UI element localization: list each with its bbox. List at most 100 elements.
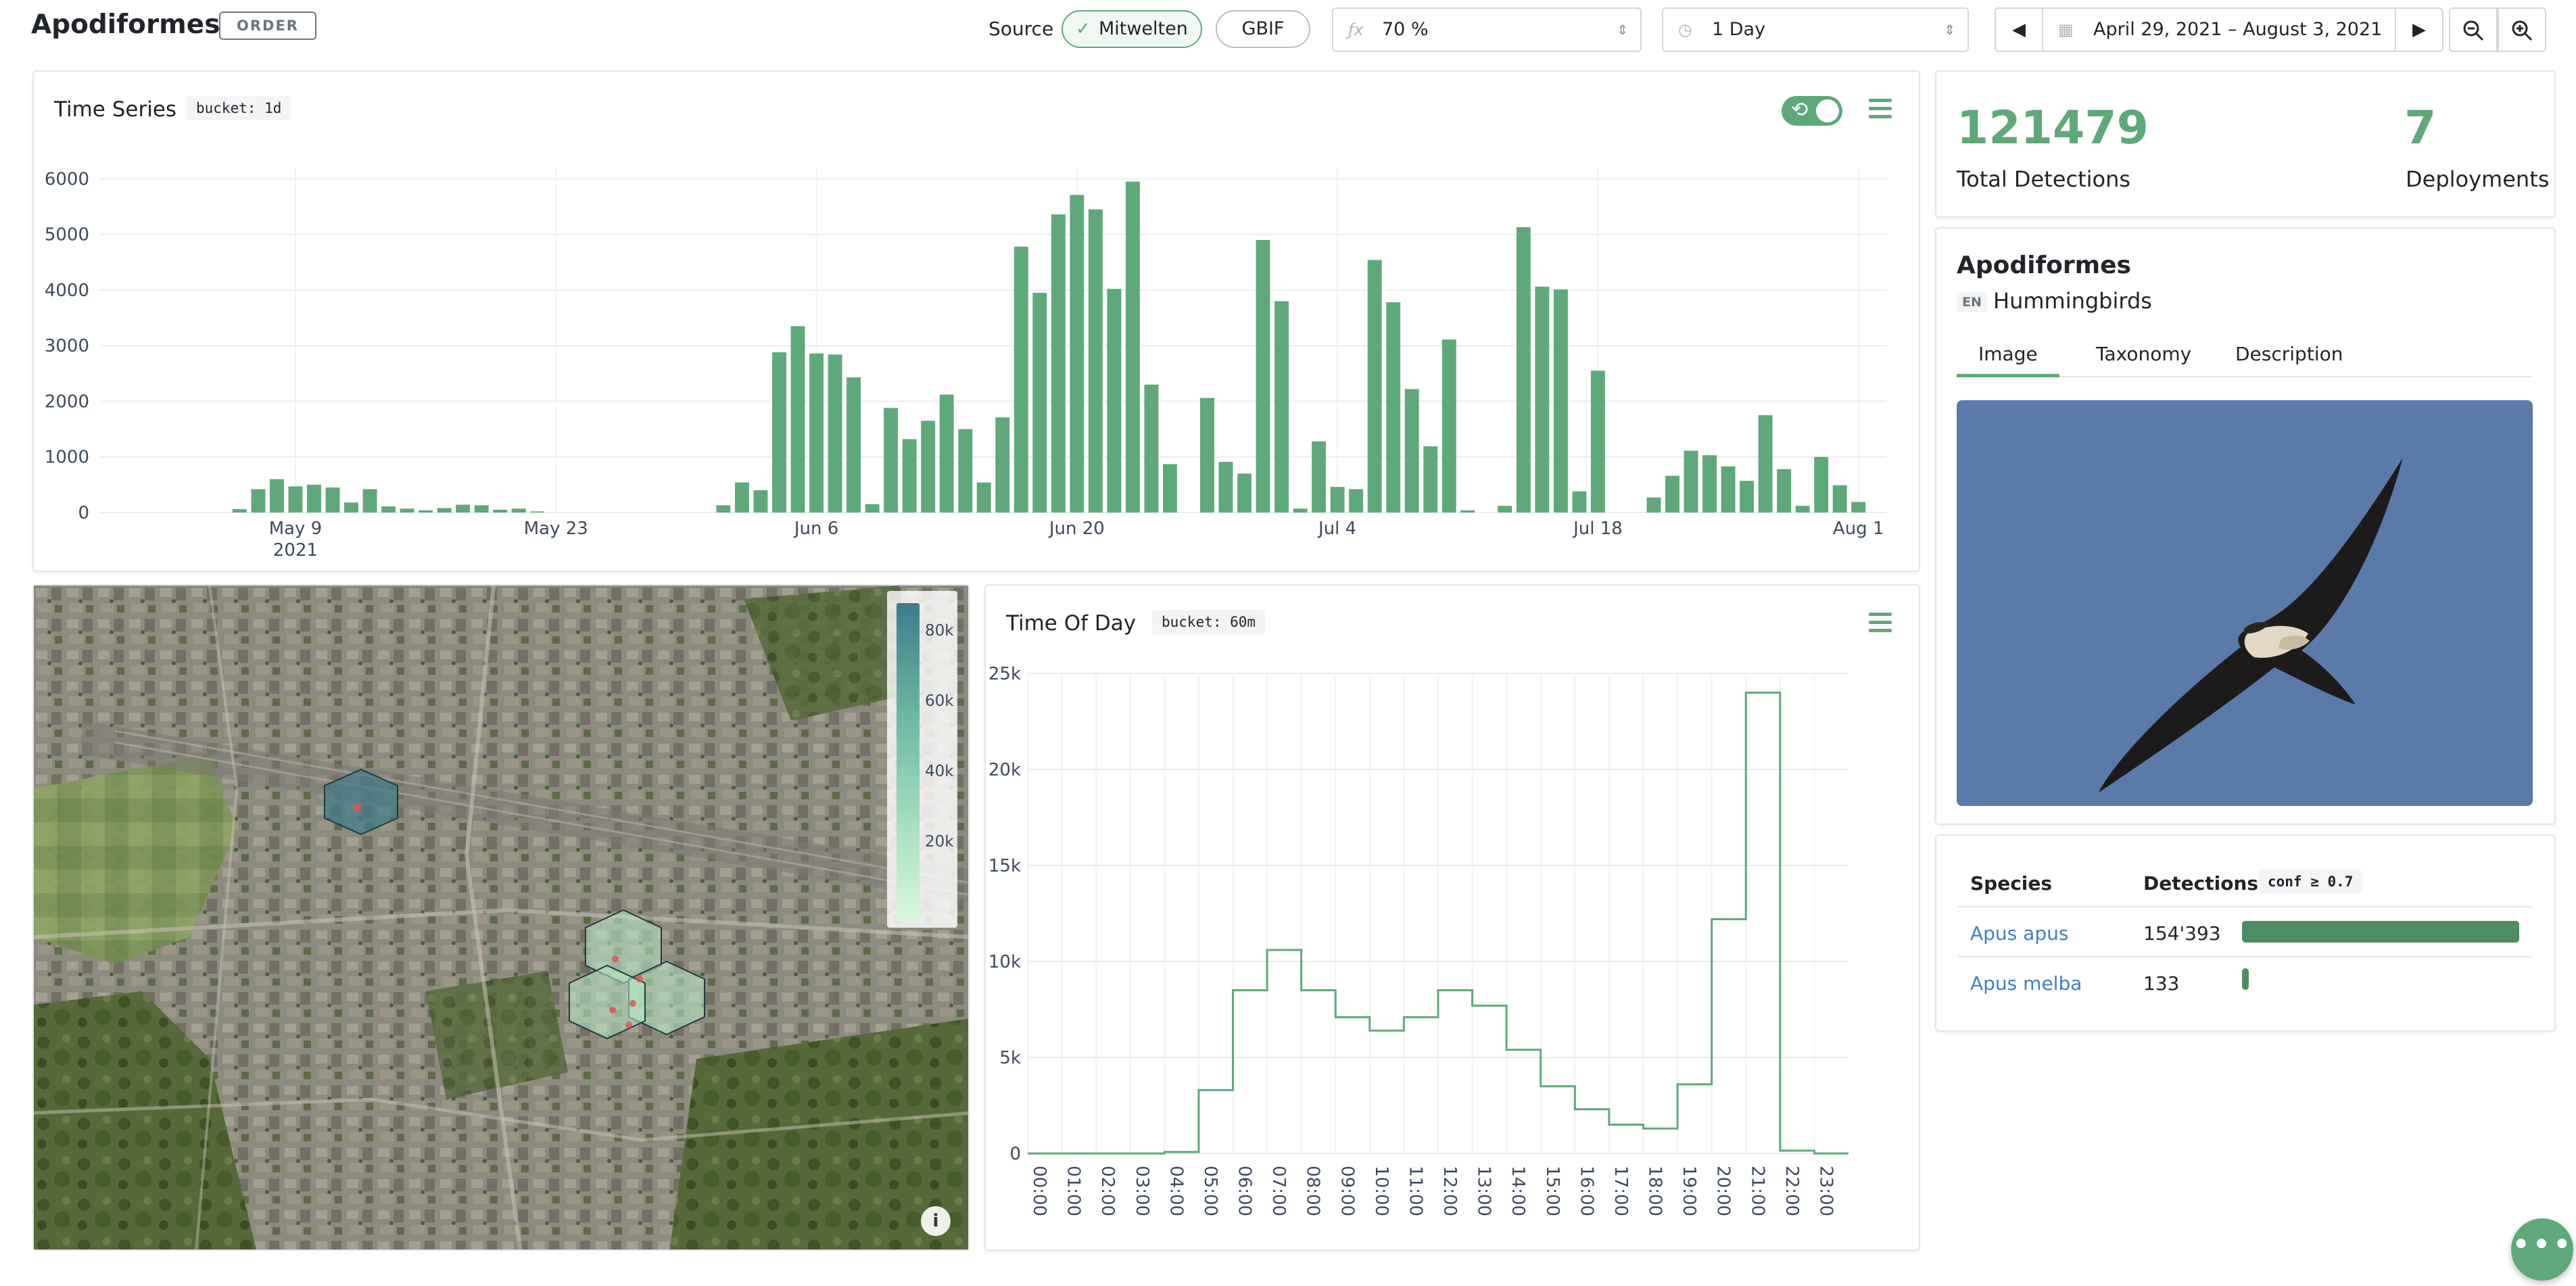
bar: [939, 394, 954, 513]
toolbar: Apodiformes ORDER Source ✓ Mitwelten GBIF…: [0, 0, 2576, 64]
confidence-select[interactable]: ƒx 70 % ⇕: [1332, 7, 1642, 52]
x-tick-label: 01:00: [1064, 1166, 1084, 1216]
bar: [1646, 497, 1661, 513]
bar: [493, 509, 508, 513]
bar: [1144, 384, 1159, 513]
map-legend: 80k 60k 40k 20k: [887, 591, 957, 928]
tab-taxonomy[interactable]: Taxonomy: [2074, 338, 2213, 377]
bucket-value: 1 Day: [1712, 19, 1766, 40]
x-tick-label: 2021: [273, 540, 318, 561]
species-bar: [2242, 921, 2519, 943]
bar: [288, 486, 303, 513]
x-tick-label: 16:00: [1576, 1166, 1596, 1216]
vernacular-name: Hummingbirds: [1993, 288, 2152, 314]
bar: [530, 511, 545, 513]
table-divider: [1958, 956, 2531, 957]
x-tick-label: 07:00: [1268, 1166, 1289, 1216]
bucket-select[interactable]: ◷ 1 Day ⇕: [1662, 7, 1969, 52]
bar: [419, 510, 433, 513]
language-badge: EN: [1957, 292, 1987, 312]
bar: [1256, 239, 1270, 513]
y-tick-label: 25k: [988, 664, 1021, 684]
bar: [1441, 339, 1456, 513]
x-tick-label: 19:00: [1679, 1166, 1699, 1216]
bar: [1814, 456, 1829, 513]
bar: [976, 482, 991, 513]
bar: [1684, 450, 1698, 513]
source-mitwelten-button[interactable]: ✓ Mitwelten: [1062, 10, 1202, 48]
bar: [958, 429, 973, 513]
check-icon: ✓: [1076, 19, 1091, 39]
y-tick-label: 2000: [45, 391, 89, 412]
updown-icon: ⇕: [1944, 22, 1955, 38]
time-of-day-title: Time Of Day: [1006, 611, 1137, 636]
time-series-bucket-badge: bucket: 1d: [187, 96, 291, 120]
x-tick-label: May 23: [524, 519, 588, 539]
rank-badge: ORDER: [219, 11, 316, 40]
bar: [1218, 462, 1233, 513]
x-tick-label: Aug 1: [1833, 519, 1884, 539]
taxon-name: Apodiformes: [1957, 252, 2131, 279]
species-link-apus-apus[interactable]: Apus apus: [1970, 922, 2068, 945]
bar: [735, 482, 749, 513]
x-tick-label: 15:00: [1542, 1166, 1563, 1216]
y-tick-label: 5k: [999, 1048, 1021, 1068]
zoom-in-button[interactable]: [2498, 7, 2546, 52]
zoom-out-button[interactable]: [2449, 7, 2498, 52]
bar: [846, 377, 861, 513]
bar: [269, 479, 284, 513]
x-tick-label: 02:00: [1097, 1166, 1118, 1216]
prev-range-button[interactable]: ◀: [1995, 7, 2043, 52]
updown-icon: ⇕: [1617, 22, 1628, 38]
tab-image[interactable]: Image: [1957, 338, 2059, 377]
y-tick-label: 15k: [988, 856, 1021, 876]
source-gbif-button[interactable]: GBIF: [1216, 10, 1310, 48]
caret-left-icon: ◀: [2012, 20, 2026, 40]
info-icon[interactable]: i: [921, 1206, 951, 1236]
next-range-button[interactable]: ▶: [2395, 7, 2443, 52]
tab-description[interactable]: Description: [2214, 338, 2364, 377]
bar: [1516, 227, 1531, 513]
bar: [1535, 287, 1550, 513]
y-tick-label: 4000: [45, 281, 89, 301]
bar: [1702, 455, 1717, 513]
legend-gradient: [897, 603, 920, 921]
sync-icon: ⟲: [1791, 98, 1809, 122]
source-mitwelten-label: Mitwelten: [1098, 18, 1188, 39]
zoom-in-icon: [2512, 20, 2533, 41]
x-tick-label: 18:00: [1645, 1166, 1665, 1216]
x-tick-label: Jun 6: [793, 519, 838, 539]
x-tick-label: 12:00: [1439, 1166, 1460, 1216]
x-tick-label: May 9: [269, 519, 323, 539]
toggle-knob: [1816, 99, 1839, 122]
time-of-day-bucket-badge: bucket: 60m: [1152, 610, 1266, 634]
time-series-menu-button[interactable]: [1869, 99, 1892, 119]
bar: [437, 508, 452, 513]
bar: [1125, 181, 1140, 513]
bar: [809, 353, 824, 513]
x-tick-label: 00:00: [1029, 1166, 1049, 1216]
map[interactable]: [32, 584, 970, 1251]
bar: [995, 417, 1010, 513]
date-range-picker[interactable]: ▦ April 29, 2021 – August 3, 2021: [2043, 7, 2395, 52]
taxon-image: [1957, 400, 2533, 806]
time-of-day-menu-button[interactable]: [1869, 613, 1892, 633]
bar: [865, 504, 880, 513]
time-series-title: Time Series: [54, 97, 177, 122]
x-tick-label: 09:00: [1337, 1166, 1357, 1216]
more-options-button[interactable]: •••: [2511, 1218, 2573, 1281]
x-tick-label: 23:00: [1815, 1166, 1836, 1216]
legend-label: 60k: [925, 692, 954, 710]
y-tick-label: 1000: [45, 448, 89, 468]
ellipsis-icon: •••: [2511, 1226, 2573, 1264]
menu-icon: [1869, 613, 1892, 616]
species-column-header: Species: [1970, 872, 2053, 895]
y-tick-label: 0: [78, 503, 89, 523]
legend-label: 20k: [925, 833, 954, 851]
x-tick-label: 10:00: [1371, 1166, 1391, 1216]
x-tick-label: 11:00: [1405, 1166, 1425, 1216]
species-link-apus-melba[interactable]: Apus melba: [1970, 972, 2082, 995]
bar: [1013, 246, 1028, 513]
bar: [1330, 487, 1345, 513]
realtime-toggle[interactable]: ⟲: [1782, 96, 1842, 126]
